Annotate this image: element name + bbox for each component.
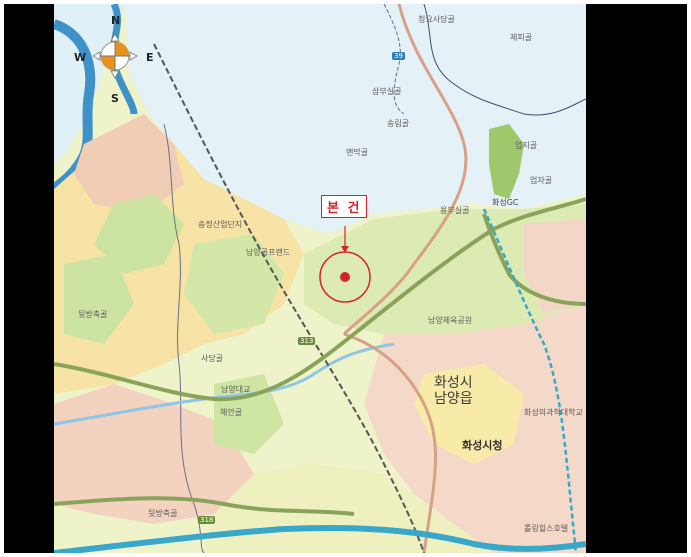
place-label: 송정산업단지 [198, 220, 243, 229]
place-label: 화성의과학대학교 [524, 408, 583, 417]
location-map[interactable]: N S E W 본 건 청요사당골 제피골 삼부실골 송림골 맨막골 엄지골 엄… [54, 4, 586, 553]
place-label: 제피골 [510, 33, 533, 42]
compass-west-label: W [74, 51, 87, 64]
compass-north-label: N [111, 14, 121, 27]
place-label: 청요사당골 [418, 15, 455, 24]
site-dot [340, 272, 350, 282]
place-label: 맨막골 [346, 148, 369, 157]
city-hall-label: 화성시청 [462, 439, 503, 452]
road-shield-39: 39 [392, 52, 405, 60]
place-label: 뒷방축골 [78, 310, 108, 319]
place-label: 삼부실골 [372, 87, 402, 96]
right-border [586, 4, 687, 553]
compass-east-label: E [146, 51, 154, 64]
place-label: 뒷방축골 [148, 509, 178, 518]
place-label: 사당골 [201, 354, 224, 363]
place-label: 남양체육공원 [428, 316, 473, 325]
city-name-line1: 화성시 [434, 375, 473, 391]
place-label: 남양골프랜드 [246, 248, 291, 257]
place-label: 화성GC [492, 198, 519, 207]
place-label: 롤링힐스호텔 [524, 524, 569, 533]
site-label: 본 건 [321, 195, 368, 218]
map-frame: N S E W 본 건 청요사당골 제피골 삼부실골 송림골 맨막골 엄지골 엄… [0, 0, 691, 557]
road-shield-318: 318 [198, 516, 216, 524]
place-label: 해안골 [220, 408, 243, 417]
place-label: 남양대교 [221, 385, 251, 394]
city-name-line2: 남양읍 [434, 391, 473, 407]
place-label: 송림골 [387, 119, 410, 128]
road-shield-313: 313 [298, 337, 316, 345]
place-label: 엄자골 [530, 176, 553, 185]
place-label: 용부실골 [440, 206, 470, 215]
place-label: 엄지골 [515, 141, 538, 150]
map-canvas [54, 4, 586, 553]
compass-south-label: S [111, 92, 119, 105]
left-border [4, 4, 54, 553]
